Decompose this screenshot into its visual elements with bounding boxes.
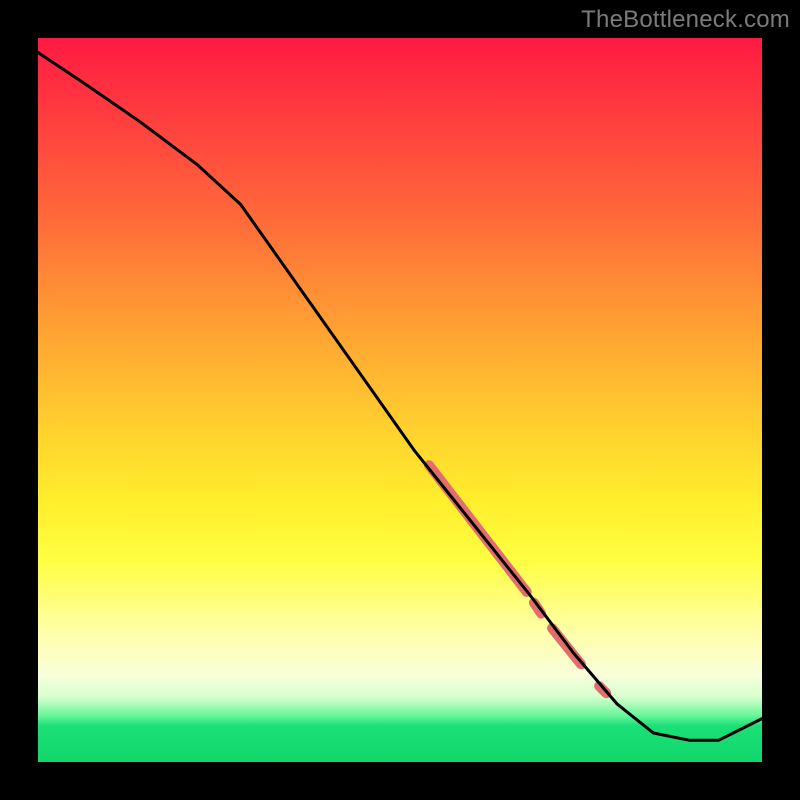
gradient-plot-area	[38, 38, 762, 762]
watermark-text: TheBottleneck.com	[581, 6, 790, 34]
chart-svg	[38, 38, 762, 762]
chart-stage: TheBottleneck.com	[0, 0, 800, 800]
main-curve	[38, 53, 762, 741]
